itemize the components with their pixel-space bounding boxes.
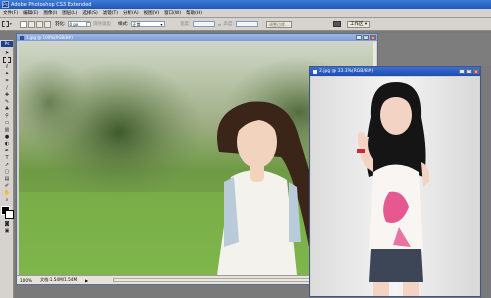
blur-tool-icon[interactable]: ● <box>2 134 12 140</box>
menu-view[interactable]: 视图(V) <box>143 10 161 16</box>
feather-group: 羽化: 0 px <box>55 20 90 28</box>
path-selection-tool-icon[interactable]: ➚ <box>2 162 12 168</box>
minimize-icon[interactable]: _ <box>356 35 362 40</box>
workspace-button[interactable]: 工作区 ▾ <box>347 20 371 28</box>
pen-tool-icon[interactable]: ✒ <box>2 148 12 154</box>
style-group: 样式: 正常 ▾ <box>118 20 165 28</box>
width-label: 宽度: <box>180 22 191 27</box>
status-menu-arrow-icon[interactable]: ▶ <box>85 278 88 283</box>
workspace-group: 工作区 ▾ <box>333 20 371 28</box>
quick-mask-icon[interactable]: ◙ <box>2 221 12 227</box>
maximize-icon[interactable]: □ <box>466 69 472 74</box>
document-1-titlebar[interactable]: 1.jpg @ 100%(RGB/8#) _ □ × <box>17 34 377 41</box>
document-2-canvas[interactable] <box>311 77 479 297</box>
document-icon <box>313 69 317 74</box>
options-bar: ▾ 羽化: 0 px 消除锯齿 样式: 正常 ▾ 宽度: ⇄ 高度: 调整边缘.… <box>0 18 491 31</box>
style-label: 样式: <box>118 22 129 27</box>
marquee-tool-icon[interactable] <box>2 57 12 63</box>
document-window-2[interactable]: 2.jpg @ 33.3%(RGB/8#) _ □ × <box>309 66 481 297</box>
menu-bar: 文件(F) 编辑(E) 图像(I) 图层(L) 选择(S) 滤镜(T) 分析(A… <box>0 9 491 18</box>
style-select[interactable]: 正常 ▾ <box>130 21 165 27</box>
document-icon <box>20 35 24 40</box>
menu-filter[interactable]: 滤镜(T) <box>102 10 119 16</box>
dodge-tool-icon[interactable]: ◐ <box>2 141 12 147</box>
width-group: 宽度: <box>180 20 215 28</box>
swap-icon[interactable]: ⇄ <box>218 22 221 27</box>
marquee-preset-icon <box>2 21 9 27</box>
history-brush-tool-icon[interactable]: ⚲ <box>2 113 12 119</box>
background-color-swatch[interactable] <box>5 210 14 219</box>
lasso-tool-icon[interactable]: ℓ <box>2 64 12 70</box>
notes-tool-icon[interactable]: ▤ <box>2 176 12 182</box>
menu-image[interactable]: 图像(I) <box>42 10 58 16</box>
hand-tool-icon[interactable]: ✋ <box>2 190 12 196</box>
document-1-title: 1.jpg @ 100%(RGB/8#) <box>26 35 73 40</box>
document-2-window-controls: _ □ × <box>459 69 479 74</box>
menu-analysis[interactable]: 分析(A) <box>122 10 140 16</box>
document-2-title: 2.jpg @ 33.3%(RGB/8#) <box>319 69 374 74</box>
workspace-background <box>378 33 491 66</box>
width-input[interactable] <box>192 21 215 27</box>
menu-select[interactable]: 选择(S) <box>81 10 98 16</box>
chevron-down-icon: ▾ <box>160 22 163 27</box>
menu-edit[interactable]: 编辑(E) <box>22 10 39 16</box>
refine-edge-button[interactable]: 调整边缘... <box>266 20 292 28</box>
shape-tool-icon[interactable]: ▢ <box>2 169 12 175</box>
move-tool-icon[interactable]: ➤ <box>2 50 12 56</box>
clone-stamp-tool-icon[interactable]: ♣ <box>2 106 12 112</box>
close-icon[interactable]: × <box>370 35 376 40</box>
height-label: 高度: <box>223 22 234 27</box>
menu-help[interactable]: 帮助(H) <box>185 10 203 16</box>
feather-label: 羽化: <box>55 22 66 27</box>
style-value: 正常 <box>132 22 141 27</box>
healing-brush-tool-icon[interactable]: ✚ <box>2 92 12 98</box>
brush-tool-icon[interactable]: ✎ <box>2 99 12 105</box>
menu-file[interactable]: 文件(F) <box>2 10 19 16</box>
zoom-tool-icon[interactable]: ⌕ <box>2 197 12 203</box>
document-1-window-controls: _ □ × <box>356 35 376 40</box>
magic-wand-tool-icon[interactable]: ✦ <box>2 71 12 77</box>
new-selection-icon[interactable] <box>20 20 27 28</box>
app-title: Adobe Photoshop CS3 Extended <box>11 1 92 8</box>
crop-tool-icon[interactable]: ⌗ <box>2 78 12 84</box>
eraser-tool-icon[interactable]: ▭ <box>2 120 12 126</box>
gradient-tool-icon[interactable]: ▥ <box>2 127 12 133</box>
photoshop-app-icon: Ps <box>2 1 9 8</box>
tool-preset-picker[interactable]: ▾ <box>2 20 12 28</box>
toolbox: Ps ➤ ℓ ✦ ⌗ ∕ ✚ ✎ ♣ ⚲ ▭ ▥ ● ◐ ✒ T ➚ ▢ ▤ ✐… <box>0 40 14 298</box>
slice-tool-icon[interactable]: ∕ <box>2 85 12 91</box>
screen-mode-icon[interactable]: ▣ <box>2 228 12 234</box>
height-input[interactable] <box>235 21 258 27</box>
selection-mode-group <box>20 20 51 28</box>
document-size-info[interactable]: 文档:1.54M/1.54M <box>40 277 77 283</box>
document-2-titlebar[interactable]: 2.jpg @ 33.3%(RGB/8#) _ □ × <box>310 67 480 76</box>
close-icon[interactable]: × <box>473 69 479 74</box>
subtract-selection-icon[interactable] <box>36 20 43 28</box>
menu-window[interactable]: 窗口(W) <box>163 10 182 16</box>
maximize-icon[interactable]: □ <box>363 35 369 40</box>
antialias-checkbox[interactable] <box>86 21 91 27</box>
height-group: ⇄ 高度: <box>218 20 258 28</box>
ps-logo-icon[interactable]: Ps <box>1 41 13 47</box>
refine-edge-group: 调整边缘... <box>266 20 292 28</box>
eyedropper-tool-icon[interactable]: ✐ <box>2 183 12 189</box>
menu-layer[interactable]: 图层(L) <box>61 10 78 16</box>
chevron-down-icon: ▾ <box>10 22 12 26</box>
add-selection-icon[interactable] <box>28 20 35 28</box>
zoom-level[interactable]: 100% <box>20 278 32 283</box>
antialias-label: 消除锯齿 <box>93 22 111 27</box>
intersect-selection-icon[interactable] <box>44 20 51 28</box>
antialias-group: 消除锯齿 <box>86 20 111 28</box>
minimize-icon[interactable]: _ <box>459 69 465 74</box>
palette-well-icon[interactable] <box>333 21 341 27</box>
app-titlebar: Ps Adobe Photoshop CS3 Extended <box>0 0 491 9</box>
type-tool-icon[interactable]: T <box>2 155 12 161</box>
